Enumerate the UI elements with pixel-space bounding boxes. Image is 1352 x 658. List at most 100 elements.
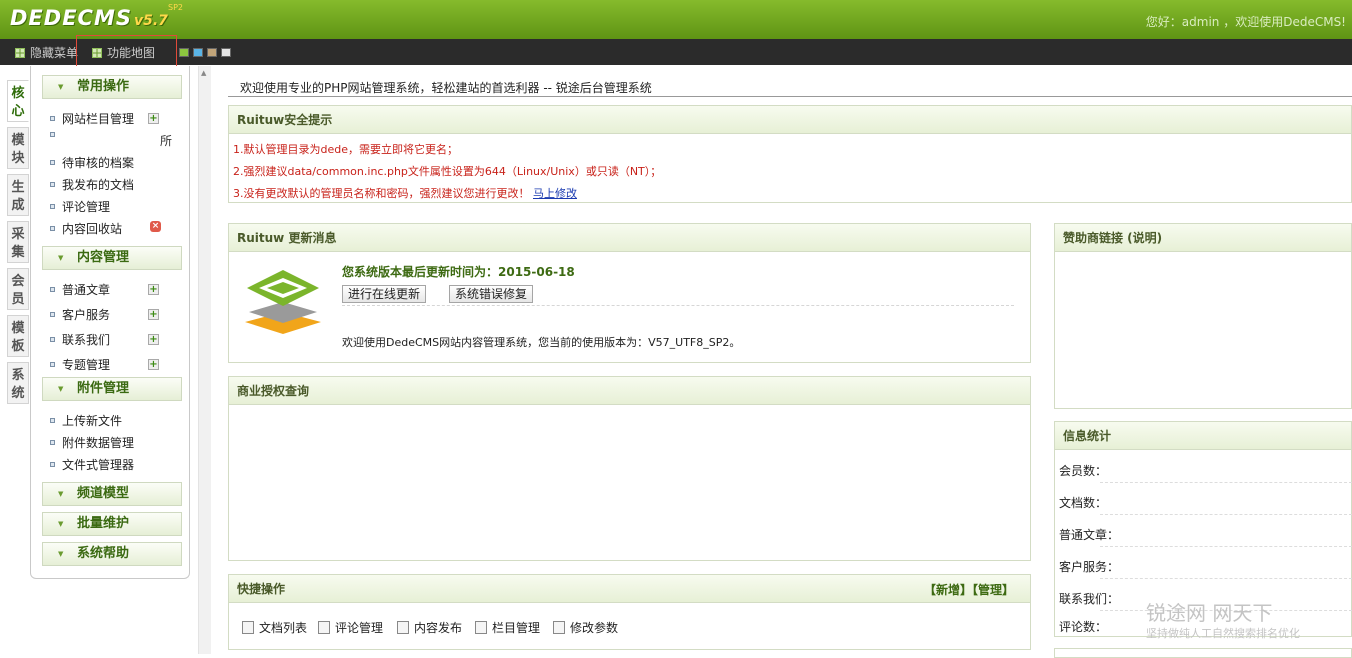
menu-item-recycle-bin[interactable]: 内容回收站	[50, 220, 122, 237]
tab-core[interactable]: 核心	[7, 80, 29, 122]
all-label[interactable]: 所	[160, 132, 172, 149]
menu-item-my-docs[interactable]: 我发布的文档	[50, 176, 134, 193]
watermark-subtitle: 坚持做纯人工自然搜索排名优化	[1146, 627, 1300, 640]
menu-item-label: 评论管理	[62, 200, 111, 214]
menu-item-all[interactable]	[50, 132, 62, 137]
bullet-icon	[50, 160, 55, 165]
bullet-icon	[50, 287, 55, 292]
add-icon[interactable]: +	[148, 334, 159, 345]
bullet-icon	[50, 362, 55, 367]
dedecms-logo: DEDECMS v5.7 SP2	[10, 3, 183, 34]
stat-articles: 普通文章：	[1059, 528, 1120, 542]
menu-head-batch-maintain[interactable]: 批量维护	[42, 512, 182, 536]
logo-brand: DEDECMS	[10, 6, 132, 30]
system-fix-button[interactable]: 系统错误修复	[449, 285, 534, 303]
bullet-icon	[50, 116, 55, 121]
tab-system[interactable]: 系统	[7, 362, 29, 404]
add-icon[interactable]: +	[148, 284, 159, 295]
tab-member-label: 会员	[11, 274, 25, 307]
quick-ops-box: 快捷操作	[228, 574, 1031, 650]
hide-menu-label: 隐藏菜单	[30, 46, 79, 60]
menu-scrollbar[interactable]	[198, 66, 211, 654]
security-tip-2: 2.强烈建议data/common.inc.php文件属性设置为644（Linu…	[233, 165, 662, 178]
bullet-icon	[50, 312, 55, 317]
function-map-button[interactable]: 功能地图	[92, 44, 155, 61]
menu-item-label: 上传新文件	[62, 414, 123, 428]
top-header: DEDECMS v5.7 SP2 您好：admin ，欢迎使用DedeCMS!	[0, 0, 1352, 39]
edit-icon	[397, 621, 409, 634]
menu-item-contact-us[interactable]: 联系我们	[50, 331, 110, 348]
menu-item-normal-articles[interactable]: 普通文章	[50, 281, 110, 298]
menu-item-customer-service[interactable]: 客户服务	[50, 306, 110, 323]
menu-head-attachment[interactable]: 附件管理	[42, 377, 182, 401]
watermark-title: 锐途网 网天下	[1146, 601, 1273, 625]
stat-divider	[1100, 514, 1352, 515]
bullet-icon	[50, 182, 55, 187]
change-now-link[interactable]: 马上修改	[533, 187, 577, 200]
quick-link-label: 评论管理	[335, 621, 384, 635]
grid-icon	[92, 47, 102, 58]
add-icon[interactable]: +	[148, 359, 159, 370]
folder-icon	[475, 621, 487, 634]
add-icon[interactable]: +	[148, 113, 159, 124]
hide-menu-button[interactable]: 隐藏菜单	[15, 44, 78, 61]
menu-item-attachment-data[interactable]: 附件数据管理	[50, 434, 134, 451]
sponsor-title[interactable]: 赞助商链接 (说明)	[1055, 224, 1351, 252]
menu-item-upload-file[interactable]: 上传新文件	[50, 412, 122, 429]
menu-item-label: 客户服务	[62, 308, 111, 322]
skin-gray-icon[interactable]	[221, 48, 231, 57]
quick-link-label: 内容发布	[414, 621, 463, 635]
menu-item-label: 附件数据管理	[62, 436, 135, 450]
menu-item-label: 专题管理	[62, 358, 111, 372]
logo-sup: SP2	[168, 3, 183, 12]
quick-columns[interactable]: 栏目管理	[475, 619, 540, 636]
online-update-button[interactable]: 进行在线更新	[342, 285, 427, 303]
quick-settings[interactable]: 修改参数	[553, 619, 618, 636]
menu-item-site-columns[interactable]: 网站栏目管理	[50, 110, 134, 127]
menu-item-label: 我发布的文档	[62, 178, 135, 192]
tab-template[interactable]: 模板	[7, 315, 29, 357]
quick-manage-link[interactable]: 【管理】	[972, 583, 1014, 597]
menu-head-system-help[interactable]: 系统帮助	[42, 542, 182, 566]
tab-member[interactable]: 会员	[7, 268, 29, 310]
quick-ops-actions: 【新增】【管理】	[924, 581, 1014, 598]
quick-link-label: 栏目管理	[492, 621, 541, 635]
settings-icon	[553, 621, 565, 634]
menu-head-content-mgmt[interactable]: 内容管理	[42, 246, 182, 270]
menu-item-file-manager[interactable]: 文件式管理器	[50, 456, 134, 473]
function-map-label: 功能地图	[107, 46, 156, 60]
tab-generate[interactable]: 生成	[7, 174, 29, 216]
stats-title: 信息统计	[1055, 422, 1351, 450]
add-icon[interactable]: +	[148, 309, 159, 320]
stat-divider	[1100, 482, 1352, 483]
menu-item-pending-docs[interactable]: 待审核的档案	[50, 154, 134, 171]
menu-item-comments[interactable]: 评论管理	[50, 198, 110, 215]
dedecms-logo-icon	[245, 270, 321, 334]
bullet-icon	[50, 462, 55, 467]
last-update-text: 您系统版本最后更新时间为：2015-06-18	[342, 265, 575, 279]
stat-divider	[1100, 546, 1352, 547]
tab-module[interactable]: 模块	[7, 127, 29, 169]
tab-system-label: 系统	[11, 368, 25, 401]
quick-publish[interactable]: 内容发布	[397, 619, 462, 636]
tab-core-label: 核心	[11, 86, 25, 119]
tab-collect[interactable]: 采集	[7, 221, 29, 263]
stat-members: 会员数：	[1059, 464, 1108, 478]
menu-item-label: 文件式管理器	[62, 458, 135, 472]
bullet-icon	[50, 440, 55, 445]
menu-head-common-ops[interactable]: 常用操作	[42, 75, 182, 99]
quick-add-link[interactable]: 【新增】	[924, 583, 972, 597]
skin-green-icon[interactable]	[179, 48, 189, 57]
menu-head-channel-model[interactable]: 频道模型	[42, 482, 182, 506]
stat-customer-service: 客户服务：	[1059, 560, 1120, 574]
menu-item-label: 网站栏目管理	[62, 112, 135, 126]
bullet-icon	[50, 226, 55, 231]
skin-brown-icon[interactable]	[207, 48, 217, 57]
quick-ops-title: 快捷操作	[229, 575, 1030, 603]
menu-item-special-topics[interactable]: 专题管理	[50, 356, 110, 373]
quick-doc-list[interactable]: 文档列表	[242, 619, 307, 636]
clear-bin-icon[interactable]: ×	[150, 221, 161, 232]
quick-comments[interactable]: 评论管理	[318, 619, 383, 636]
skin-blue-icon[interactable]	[193, 48, 203, 57]
stat-documents: 文档数：	[1059, 496, 1108, 510]
